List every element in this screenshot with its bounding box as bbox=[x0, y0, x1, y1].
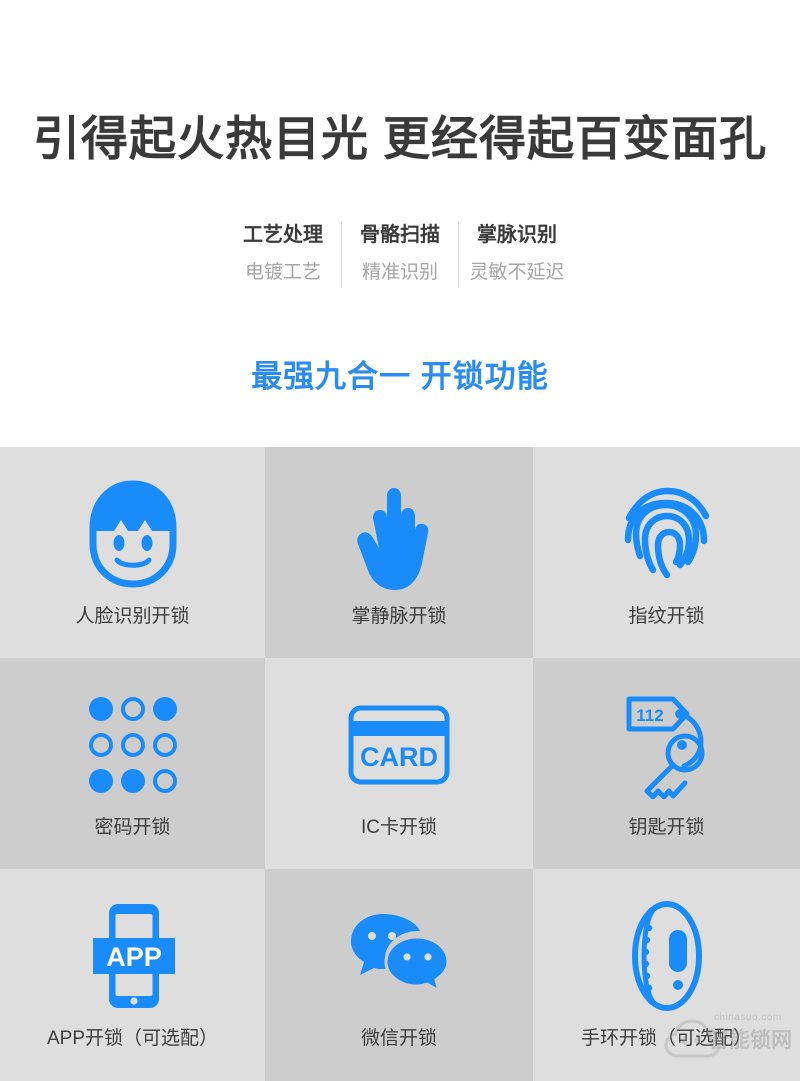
unlock-method-cell-ic-card: CARD IC卡开锁 bbox=[265, 658, 533, 869]
unlock-method-label: 微信开锁 bbox=[360, 1028, 437, 1049]
palm-vein-icon bbox=[329, 473, 469, 595]
feature-title: 工艺处理 bbox=[243, 224, 323, 246]
unlock-method-cell-palm: 掌静脉开锁 bbox=[265, 447, 533, 658]
section-subtitle: 最强九合一 开锁功能 bbox=[251, 359, 549, 394]
keypad-dots-icon bbox=[63, 684, 203, 806]
feature-subtitle: 电镀工艺 bbox=[244, 262, 321, 283]
feature-subtitle: 灵敏不延迟 bbox=[469, 262, 565, 283]
fingerprint-icon bbox=[597, 473, 737, 595]
unlock-method-label: 人脸识别开锁 bbox=[75, 606, 190, 627]
unlock-methods-grid: 人脸识别开锁 掌静脉开锁 指纹开锁 密码开锁 CARD IC卡开锁 112 钥匙… bbox=[0, 447, 800, 1081]
feature-column-bone-scan: 骨骼扫描 精准识别 bbox=[342, 218, 458, 294]
unlock-method-cell-app: APP APP开锁（可选配） bbox=[0, 869, 265, 1081]
unlock-method-cell-face: 人脸识别开锁 bbox=[0, 447, 265, 658]
unlock-method-label: 手环开锁（可选配） bbox=[580, 1028, 752, 1049]
product-detail-page: 引得起火热目光 更经得起百变面孔 工艺处理 电镀工艺 骨骼扫描 精准识别 掌脉识… bbox=[0, 0, 800, 1081]
unlock-method-cell-password: 密码开锁 bbox=[0, 658, 265, 869]
face-id-icon bbox=[63, 473, 203, 595]
feature-column-palm-vein: 掌脉识别 灵敏不延迟 bbox=[459, 218, 575, 294]
unlock-method-label: APP开锁（可选配） bbox=[46, 1028, 219, 1049]
unlock-method-cell-fingerprint: 指纹开锁 bbox=[533, 447, 800, 658]
feature-title: 掌脉识别 bbox=[477, 224, 557, 246]
wechat-icon bbox=[329, 895, 469, 1017]
feature-column-craft: 工艺处理 电镀工艺 bbox=[225, 218, 341, 294]
feature-title: 骨骼扫描 bbox=[360, 224, 440, 246]
app-phone-icon: APP bbox=[63, 895, 203, 1017]
ic-card-text: CARD bbox=[360, 742, 438, 772]
unlock-method-label: 指纹开锁 bbox=[628, 606, 705, 627]
key-tag-number: 112 bbox=[636, 706, 663, 725]
unlock-method-cell-key: 112 钥匙开锁 bbox=[533, 658, 800, 869]
app-icon-text: APP bbox=[106, 942, 162, 972]
unlock-method-cell-wechat: 微信开锁 bbox=[265, 869, 533, 1081]
page-headline: 引得起火热目光 更经得起百变面孔 bbox=[32, 112, 768, 165]
unlock-method-label: 掌静脉开锁 bbox=[351, 606, 447, 627]
wristband-icon bbox=[597, 895, 737, 1017]
feature-subtitle: 精准识别 bbox=[361, 262, 438, 283]
unlock-method-label: 钥匙开锁 bbox=[628, 817, 705, 838]
key-tag-icon: 112 bbox=[597, 684, 737, 806]
ic-card-icon: CARD bbox=[329, 684, 469, 806]
unlock-method-label: 密码开锁 bbox=[94, 817, 171, 838]
feature-highlights: 工艺处理 电镀工艺 骨骼扫描 精准识别 掌脉识别 灵敏不延迟 bbox=[0, 218, 800, 294]
unlock-method-label: IC卡开锁 bbox=[360, 817, 437, 838]
unlock-method-cell-wristband: 手环开锁（可选配） bbox=[533, 869, 800, 1081]
